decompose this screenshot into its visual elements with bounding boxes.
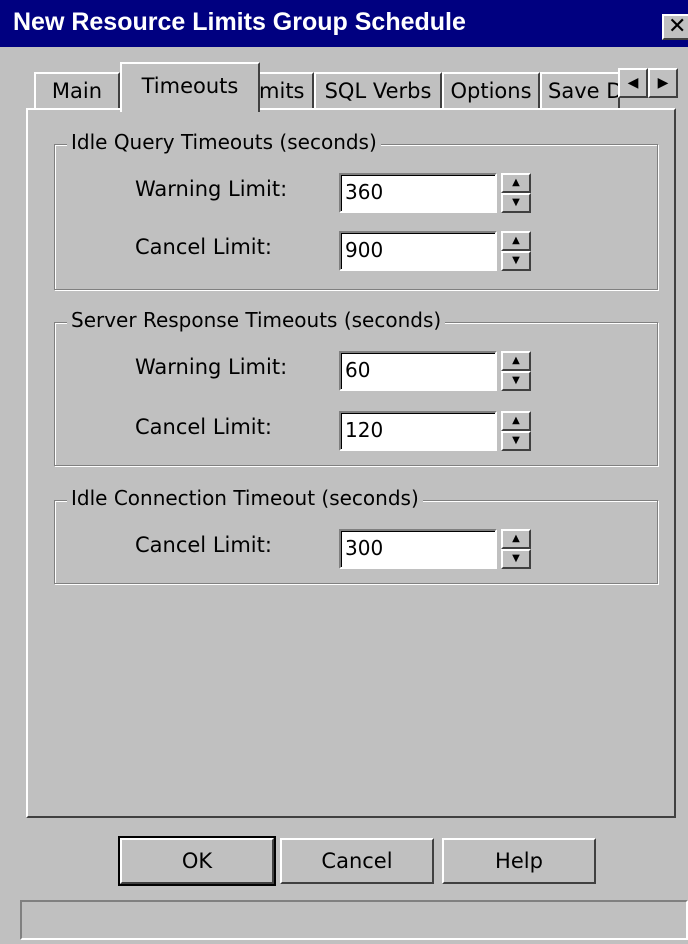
group-server-response-title: Server Response Timeouts (seconds) — [67, 308, 446, 332]
spin-down-button[interactable]: ▼ — [501, 251, 531, 271]
tab-options[interactable]: Options — [442, 72, 540, 110]
group-idle-query: Idle Query Timeouts (seconds) Warning Li… — [54, 130, 658, 290]
arrow-down-icon: ▼ — [512, 435, 520, 446]
idle-connection-cancel-spinner[interactable]: ▲ ▼ — [501, 529, 531, 569]
tab-scroll-right-button[interactable]: ▶ — [648, 68, 678, 98]
group-idle-connection-title: Idle Connection Timeout (seconds) — [67, 486, 423, 510]
server-response-cancel-field[interactable] — [339, 411, 497, 451]
arrow-up-icon: ▲ — [512, 533, 520, 544]
chevron-right-icon: ▶ — [657, 75, 669, 91]
title-bar[interactable]: New Resource Limits Group Schedule ✕ — [0, 0, 688, 47]
tab-main-label: Main — [51, 79, 103, 103]
idle-connection-cancel-field[interactable] — [339, 529, 497, 569]
tab-timeouts-label: Timeouts — [141, 74, 239, 98]
spin-down-button[interactable]: ▼ — [501, 431, 531, 451]
help-button[interactable]: Help — [442, 838, 596, 884]
cancel-button[interactable]: Cancel — [280, 838, 434, 884]
spin-up-button[interactable]: ▲ — [501, 351, 531, 371]
idle-query-warning-input[interactable] — [341, 175, 485, 209]
spin-down-button[interactable]: ▼ — [501, 549, 531, 569]
chevron-left-icon: ◀ — [627, 75, 639, 91]
arrow-down-icon: ▼ — [512, 197, 520, 208]
spin-up-button[interactable]: ▲ — [501, 411, 531, 431]
tab-save[interactable]: Save D — [540, 72, 620, 110]
idle-query-cancel-spinner[interactable]: ▲ ▼ — [501, 231, 531, 271]
spin-up-button[interactable]: ▲ — [501, 529, 531, 549]
spin-up-button[interactable]: ▲ — [501, 173, 531, 193]
arrow-up-icon: ▲ — [512, 415, 520, 426]
server-response-warning-input[interactable] — [341, 353, 485, 387]
tab-panel-timeouts: Idle Query Timeouts (seconds) Warning Li… — [26, 108, 676, 818]
arrow-down-icon: ▼ — [512, 553, 520, 564]
spin-down-button[interactable]: ▼ — [501, 193, 531, 213]
arrow-up-icon: ▲ — [512, 355, 520, 366]
group-server-response: Server Response Timeouts (seconds) Warni… — [54, 308, 658, 466]
arrow-up-icon: ▲ — [512, 235, 520, 246]
arrow-down-icon: ▼ — [512, 255, 520, 266]
server-response-cancel-input[interactable] — [341, 413, 485, 447]
idle-query-cancel-label: Cancel Limit: — [135, 235, 272, 259]
server-response-warning-spinner[interactable]: ▲ ▼ — [501, 351, 531, 391]
spin-down-button[interactable]: ▼ — [501, 371, 531, 391]
idle-query-warning-field[interactable] — [339, 173, 497, 213]
server-response-warning-field[interactable] — [339, 351, 497, 391]
idle-query-cancel-field[interactable] — [339, 231, 497, 271]
tab-save-label: Save D — [548, 79, 620, 103]
tab-scroll-left-button[interactable]: ◀ — [618, 68, 648, 98]
tab-strip: Main Timeouts Limits SQL Verbs Options S… — [28, 62, 688, 112]
idle-query-cancel-input[interactable] — [341, 233, 485, 267]
dialog-window: New Resource Limits Group Schedule ✕ Mai… — [0, 0, 688, 944]
idle-query-warning-spinner[interactable]: ▲ ▼ — [501, 173, 531, 213]
server-response-cancel-label: Cancel Limit: — [135, 415, 272, 439]
tab-sql-verbs[interactable]: SQL Verbs — [314, 72, 442, 110]
arrow-up-icon: ▲ — [512, 177, 520, 188]
close-button[interactable]: ✕ — [662, 14, 688, 40]
idle-query-warning-label: Warning Limit: — [135, 177, 288, 201]
group-idle-query-title: Idle Query Timeouts (seconds) — [67, 130, 381, 154]
close-icon: ✕ — [668, 14, 687, 39]
tab-timeouts[interactable]: Timeouts — [120, 62, 260, 112]
arrow-down-icon: ▼ — [512, 375, 520, 386]
ok-button[interactable]: OK — [118, 836, 276, 886]
window-title: New Resource Limits Group Schedule — [13, 8, 466, 36]
spin-up-button[interactable]: ▲ — [501, 231, 531, 251]
tab-main[interactable]: Main — [34, 72, 120, 110]
server-response-warning-label: Warning Limit: — [135, 355, 288, 379]
group-idle-connection: Idle Connection Timeout (seconds) Cancel… — [54, 486, 658, 584]
status-bar — [20, 900, 688, 940]
idle-connection-cancel-label: Cancel Limit: — [135, 533, 272, 557]
tab-options-label: Options — [450, 79, 532, 103]
idle-connection-cancel-input[interactable] — [341, 531, 485, 565]
server-response-cancel-spinner[interactable]: ▲ ▼ — [501, 411, 531, 451]
tab-sql-verbs-label: SQL Verbs — [324, 79, 432, 103]
